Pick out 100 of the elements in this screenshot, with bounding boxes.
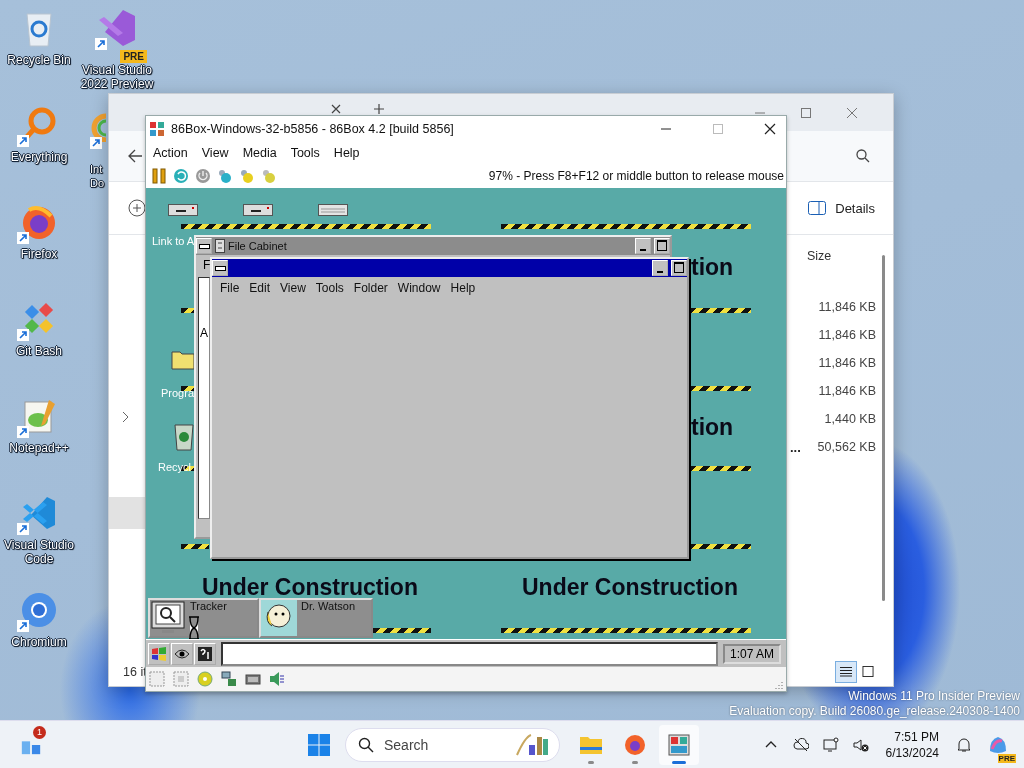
eye-button[interactable] [171,642,193,665]
mouse-capture-status: 97% - Press F8+F12 or middle button to release mouse [488,169,784,183]
menu-item[interactable]: File [215,281,245,295]
file-size-cell: 11,846 KB [818,328,876,342]
reset-icon[interactable] [173,168,189,184]
disk-drive-icon[interactable] [168,204,198,216]
file-size-cell: 50,562 KB [817,440,876,454]
maximize-button[interactable] [654,238,670,254]
window-title: File Cabinet [228,240,287,252]
preview-badge: PRE [997,753,1016,763]
menu-item[interactable]: Window [392,281,446,295]
menu-item[interactable]: Help [326,146,367,160]
window-title: 86Box-Windows-32-b5856 - 86Box 4.2 [build 5856] [171,122,454,136]
minimize-button[interactable] [652,260,668,276]
speaker-icon[interactable] [269,671,285,687]
hazard-stripe [689,544,751,549]
browser-icon[interactable] [19,590,59,630]
pause-icon[interactable] [151,168,167,184]
power-icon[interactable] [195,168,211,184]
cartoon-dog-icon [261,600,297,636]
hazard-stripe [689,308,751,313]
maximize-button[interactable] [671,260,687,276]
square-icon [862,666,874,677]
app-logo-icon [149,121,165,137]
file-size-cell: 11,846 KB [818,384,876,398]
overflow-mark: ... [789,439,801,455]
chevron-right-icon[interactable] [121,411,129,423]
banner-text: Under Construction [202,574,418,601]
help-info-button[interactable] [194,642,216,665]
column-header[interactable]: Size [784,249,876,293]
minimize-button[interactable] [635,238,651,254]
hazard-stripe [181,544,209,549]
monitor-magnifier-icon [150,600,186,636]
close-tab-icon[interactable] [331,104,341,114]
system-menu-button[interactable] [212,260,228,276]
file-size-cell: 11,846 KB [818,356,876,370]
running-task-tile[interactable]: Tracker [148,598,259,638]
list-icon [840,666,852,677]
os-watermark-text: Windows 11 Pro Insider Preview [848,689,1020,704]
network-icon[interactable] [221,671,237,687]
preview-badge: PRE [120,50,147,63]
monitor-icon[interactable] [822,736,839,753]
add-circle-icon[interactable] [128,199,146,217]
search-icon [358,736,374,753]
tree-item[interactable]: A [200,326,208,340]
clock-date[interactable]: 6/13/2024 [885,744,939,761]
notification-badge: 1 [33,725,46,739]
details-button[interactable]: Details [800,196,883,220]
banner-text: tion [691,414,734,441]
hazard-stripe [181,386,194,391]
menu-item[interactable]: View [194,146,236,160]
os-watermark-text: Evaluation copy. Build 26080.ge_release.240308-1400 [729,704,1020,719]
cabinet-icon [215,239,225,253]
windows-flag-button[interactable] [148,642,170,665]
banner-text: tion [691,254,734,281]
speaker-muted-icon[interactable] [852,736,869,753]
bell-icon[interactable] [956,736,972,753]
taskbar-app-button[interactable] [659,724,699,765]
hazard-stripe [689,386,751,391]
help-icon [197,645,213,662]
maximize-icon[interactable] [801,108,811,118]
running-task-tile[interactable]: Dr. Watson [259,598,373,638]
windows-logo-icon[interactable] [307,732,331,757]
menu-item[interactable]: Tools [283,146,327,160]
file-size-cell: 1,440 KB [824,412,876,426]
menu-item[interactable]: View [275,281,311,295]
scrollbar[interactable] [882,255,885,601]
visual-studio-icon[interactable] [97,8,137,48]
banner-text: Under Construction [522,574,738,601]
cloud-off-icon[interactable] [792,736,809,753]
file-size-cell: 11,846 KB [818,300,876,314]
new-tab-icon[interactable] [374,104,384,114]
hazard-stripe [181,308,194,313]
close-icon[interactable] [764,123,776,135]
menu-item[interactable]: Edit [244,281,276,295]
books-icon [515,732,551,757]
task-label: Dr. Watson [301,600,355,612]
hazard-stripe [689,466,751,471]
back-arrow-icon[interactable] [127,148,143,164]
details-view-button[interactable] [835,660,857,683]
menu-item[interactable]: Action [146,146,195,160]
recycle-bin-icon[interactable] [173,421,195,451]
ring-icon[interactable] [90,112,106,142]
clock-time[interactable]: 7:51 PM [894,728,939,745]
hazard-stripe [373,628,431,633]
menu-item[interactable]: Media [235,146,284,160]
details-pane-icon [808,201,827,215]
menu-item[interactable]: Help [445,281,481,295]
flag-icon [151,645,167,662]
search-box[interactable]: Search [345,727,560,762]
search-icon[interactable] [855,148,871,164]
menu-item[interactable]: Tools [310,281,349,295]
resize-grip-icon[interactable] [773,679,783,689]
command-field[interactable] [221,641,718,666]
system-menu-button[interactable] [196,238,212,254]
task-label: Tracker [190,600,227,612]
disk-drive-icon[interactable] [318,204,348,216]
disk-drive-icon[interactable] [243,204,273,216]
menu-item[interactable]: F [203,258,211,272]
menu-item[interactable]: Folder [348,281,393,295]
